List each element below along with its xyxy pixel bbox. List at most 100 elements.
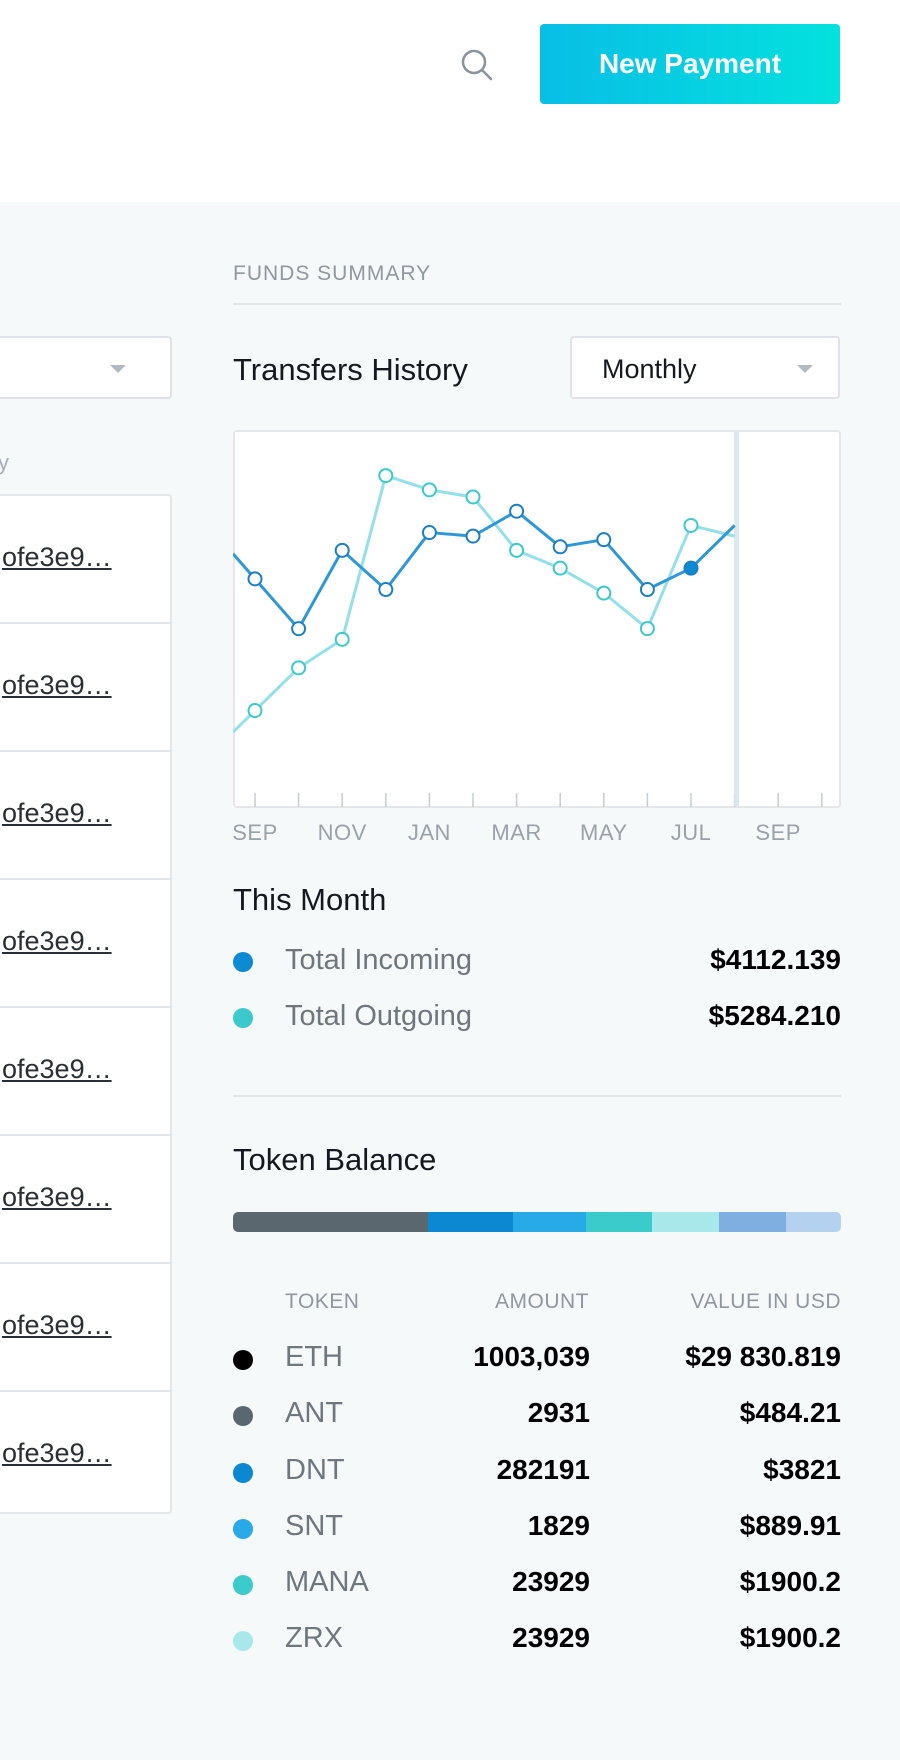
balance-segment: [427, 1212, 513, 1232]
transaction-link[interactable]: ofe3e9…: [2, 1438, 112, 1469]
balance-segment: [233, 1212, 428, 1232]
table-row: ofe3e9…: [0, 1392, 172, 1520]
token-dot: [233, 1631, 253, 1651]
x-tick-label: JUL: [671, 820, 712, 845]
total-outgoing-row: Total Outgoing $5284.210: [233, 998, 841, 1038]
table-row: ofe3e9…: [0, 1008, 172, 1136]
section-divider: [233, 303, 841, 305]
transaction-link[interactable]: ofe3e9…: [2, 1310, 112, 1341]
data-point-outgoing: [639, 621, 655, 637]
transaction-link[interactable]: ofe3e9…: [2, 926, 112, 957]
data-point-incoming: [596, 532, 612, 548]
token-dot: [233, 1519, 253, 1539]
total-incoming-value: $4112.139: [710, 944, 841, 975]
transaction-link[interactable]: ofe3e9…: [2, 1182, 112, 1213]
total-outgoing-value: $5284.210: [708, 1000, 841, 1031]
data-point-incoming: [465, 528, 481, 544]
table-row: ofe3e9…: [0, 752, 172, 880]
data-point-outgoing: [552, 560, 568, 576]
token-value: $889.91: [739, 1510, 841, 1541]
new-payment-button[interactable]: New Payment: [540, 24, 840, 104]
data-point-outgoing: [378, 468, 394, 484]
data-point-outgoing: [421, 482, 437, 498]
column-header-amount: AMOUNT: [495, 1290, 589, 1313]
token-name: MANA: [285, 1566, 369, 1598]
total-incoming-label: Total Incoming: [285, 944, 472, 976]
token-value: $484.21: [739, 1397, 841, 1428]
x-tick-label: SEP: [755, 820, 801, 845]
token-amount: 1829: [527, 1510, 590, 1541]
total-incoming-row: Total Incoming $4112.139: [233, 942, 841, 982]
data-point-incoming: [421, 525, 437, 541]
filter-select[interactable]: [0, 336, 172, 399]
data-point-outgoing: [683, 517, 699, 533]
series-line-outgoing: [233, 474, 735, 734]
token-row-mana: MANA 23929 $1900.2: [233, 1562, 841, 1606]
balance-segment: [652, 1212, 720, 1232]
transaction-link[interactable]: ofe3e9…: [2, 542, 112, 573]
series-line-incoming: [233, 509, 736, 631]
search-icon[interactable]: [458, 46, 496, 84]
table-row: ofe3e9…: [0, 496, 172, 624]
x-tick-label: SEP: [232, 820, 278, 845]
token-amount: 23929: [512, 1566, 590, 1597]
total-outgoing-label: Total Outgoing: [285, 1000, 473, 1032]
token-row-ant: ANT 2931 $484.21: [233, 1393, 841, 1437]
column-label: y: [0, 450, 9, 475]
balance-segment: [585, 1212, 653, 1232]
data-point-outgoing: [247, 703, 263, 719]
token-amount: 282191: [496, 1454, 590, 1485]
token-balance-bar: [233, 1212, 841, 1232]
transfers-table: ofe3e9… ofe3e9… ofe3e9… ofe3e9… ofe3e9… …: [0, 494, 172, 1514]
token-amount: 1003,039: [473, 1341, 590, 1372]
table-row: ofe3e9…: [0, 1264, 172, 1392]
data-point-incoming: [639, 582, 655, 598]
token-dot: [233, 1406, 253, 1426]
x-tick-label: JAN: [408, 820, 451, 845]
x-tick-label: MAR: [491, 820, 541, 845]
period-select-value: Monthly: [602, 354, 697, 384]
token-amount: 2931: [527, 1397, 590, 1428]
token-row-snt: SNT 1829 $889.91: [233, 1506, 841, 1550]
balance-segment: [786, 1212, 841, 1232]
data-point-incoming: [509, 503, 525, 519]
data-point-incoming: [552, 539, 568, 555]
token-dot: [233, 1575, 253, 1595]
data-point-incoming: [378, 582, 394, 598]
data-point-incoming: [683, 560, 699, 576]
token-row-zrx: ZRX 23929 $1900.2: [233, 1618, 841, 1662]
data-point-outgoing: [465, 489, 481, 505]
chart-heading: Transfers History: [233, 352, 468, 387]
token-name: DNT: [285, 1454, 345, 1486]
column-header-value: VALUE IN USD: [690, 1290, 841, 1313]
token-name: SNT: [285, 1510, 343, 1542]
data-point-incoming: [291, 621, 307, 637]
data-point-incoming: [334, 542, 350, 558]
transaction-link[interactable]: ofe3e9…: [2, 670, 112, 701]
balance-segment: [512, 1212, 586, 1232]
period-select[interactable]: Monthly: [570, 336, 840, 399]
token-dot: [233, 1463, 253, 1483]
data-point-outgoing: [509, 542, 525, 558]
table-row: ofe3e9…: [0, 1136, 172, 1264]
chevron-down-icon: [797, 365, 813, 373]
token-dot: [233, 1350, 253, 1370]
x-tick-label: NOV: [318, 820, 367, 845]
token-value: $29 830.819: [685, 1341, 841, 1372]
token-name: ZRX: [285, 1622, 343, 1654]
chevron-down-icon: [110, 365, 126, 373]
transaction-link[interactable]: ofe3e9…: [2, 798, 112, 829]
data-point-incoming: [247, 571, 263, 587]
transfers-history-chart[interactable]: SEP NOV JAN MAR MAY JUL SEP: [232, 430, 841, 870]
transaction-link[interactable]: ofe3e9…: [2, 1054, 112, 1085]
column-header-token: TOKEN: [285, 1290, 360, 1313]
data-point-outgoing: [596, 585, 612, 601]
legend-dot: [233, 1008, 253, 1028]
token-value: $1900.2: [739, 1622, 841, 1653]
token-row-dnt: DNT 282191 $3821: [233, 1450, 841, 1494]
token-amount: 23929: [512, 1622, 590, 1653]
table-row: ofe3e9…: [0, 624, 172, 752]
legend-dot: [233, 952, 253, 972]
this-month-heading: This Month: [233, 882, 387, 917]
data-point-outgoing: [291, 660, 307, 676]
